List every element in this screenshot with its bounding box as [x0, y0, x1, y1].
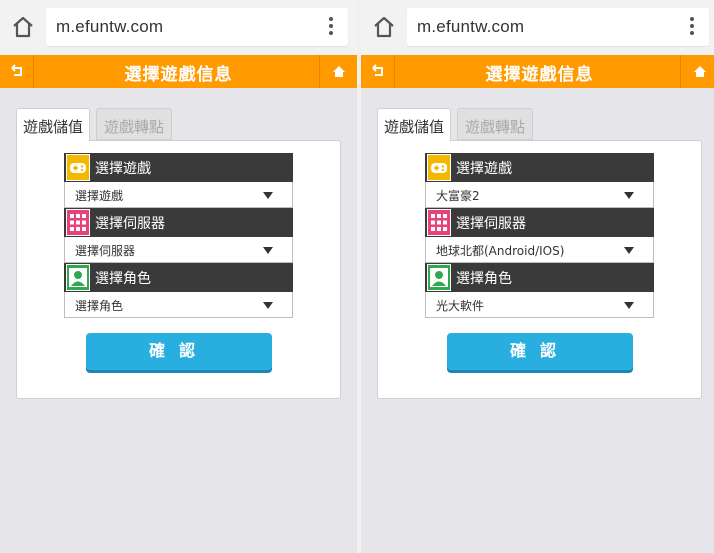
user-icon: [66, 264, 90, 291]
caret-down-icon: [263, 302, 273, 309]
browser-home-icon[interactable]: [10, 14, 36, 40]
page-title: 選擇遊戲信息: [485, 65, 594, 85]
home-icon[interactable]: [319, 55, 357, 88]
section-header: 選擇伺服器: [425, 208, 654, 237]
user-icon: [427, 264, 451, 291]
server-select-group: 選擇伺服器 選擇伺服器: [64, 208, 293, 263]
tab-panel: 選擇遊戲 大富豪2 選擇伺服器 地球北都(Android/IOS) 選擇角色 光…: [377, 140, 702, 399]
overflow-menu-icon[interactable]: [689, 17, 695, 37]
dropdown-value: 地球北都(Android/IOS): [436, 244, 565, 258]
section-label: 選擇角色: [95, 271, 151, 287]
caret-down-icon: [624, 247, 634, 254]
home-icon[interactable]: [680, 55, 714, 88]
section-label: 選擇伺服器: [456, 216, 526, 232]
address-bar[interactable]: m.efuntw.com: [46, 8, 348, 46]
caret-down-icon: [263, 247, 273, 254]
section-header: 選擇角色: [425, 263, 654, 292]
game-dropdown[interactable]: 大富豪2: [425, 182, 654, 208]
dropdown-value: 選擇遊戲: [75, 189, 124, 203]
screenshot-pair: m.efuntw.com 選擇遊戲信息 遊戲儲值 遊戲轉點 選擇遊戲 選擇遊戲 …: [0, 0, 714, 553]
overflow-menu-icon[interactable]: [328, 17, 334, 37]
confirm-button[interactable]: 確認: [86, 333, 272, 370]
address-bar[interactable]: m.efuntw.com: [407, 8, 709, 46]
section-label: 選擇遊戲: [95, 161, 151, 177]
section-label: 選擇遊戲: [456, 161, 512, 177]
server-dropdown[interactable]: 地球北都(Android/IOS): [425, 237, 654, 263]
game-select-group: 選擇遊戲 選擇遊戲: [64, 153, 293, 208]
server-grid-icon: [427, 209, 451, 236]
page-header: 選擇遊戲信息: [361, 55, 714, 88]
browser-home-icon[interactable]: [371, 14, 397, 40]
section-label: 選擇角色: [456, 271, 512, 287]
gamepad-icon: [66, 154, 90, 181]
dropdown-value: 選擇伺服器: [75, 244, 136, 258]
browser-toolbar: m.efuntw.com: [0, 0, 357, 55]
content-card: 遊戲儲值 遊戲轉點 選擇遊戲 選擇遊戲 選擇伺服器 選擇伺服器 選擇角色 選擇角…: [16, 108, 341, 399]
back-icon[interactable]: [0, 55, 34, 88]
url-text: m.efuntw.com: [417, 17, 525, 36]
url-text: m.efuntw.com: [56, 17, 164, 36]
tab-game-transfer[interactable]: 遊戲轉點: [457, 108, 533, 140]
role-dropdown[interactable]: 選擇角色: [64, 292, 293, 318]
gamepad-icon: [427, 154, 451, 181]
back-icon[interactable]: [361, 55, 395, 88]
confirm-button[interactable]: 確認: [447, 333, 633, 370]
section-header: 選擇遊戲: [64, 153, 293, 182]
tab-panel: 選擇遊戲 選擇遊戲 選擇伺服器 選擇伺服器 選擇角色 選擇角色 確認: [16, 140, 341, 399]
server-dropdown[interactable]: 選擇伺服器: [64, 237, 293, 263]
caret-down-icon: [624, 302, 634, 309]
dropdown-value: 光大軟件: [436, 299, 485, 313]
role-select-group: 選擇角色 選擇角色: [64, 263, 293, 318]
page-title: 選擇遊戲信息: [124, 65, 233, 85]
content-card: 遊戲儲值 遊戲轉點 選擇遊戲 大富豪2 選擇伺服器 地球北都(Android/I…: [377, 108, 702, 399]
caret-down-icon: [624, 192, 634, 199]
phone-screen-left: m.efuntw.com 選擇遊戲信息 遊戲儲值 遊戲轉點 選擇遊戲 選擇遊戲 …: [0, 0, 357, 553]
server-grid-icon: [66, 209, 90, 236]
tab-game-topup[interactable]: 遊戲儲值: [377, 108, 451, 141]
role-dropdown[interactable]: 光大軟件: [425, 292, 654, 318]
game-select-group: 選擇遊戲 大富豪2: [425, 153, 654, 208]
browser-toolbar: m.efuntw.com: [361, 0, 714, 55]
tab-game-topup[interactable]: 遊戲儲值: [16, 108, 90, 141]
section-header: 選擇角色: [64, 263, 293, 292]
dropdown-value: 選擇角色: [75, 299, 124, 313]
server-select-group: 選擇伺服器 地球北都(Android/IOS): [425, 208, 654, 263]
role-select-group: 選擇角色 光大軟件: [425, 263, 654, 318]
phone-screen-right: m.efuntw.com 選擇遊戲信息 遊戲儲值 遊戲轉點 選擇遊戲 大富豪2 …: [361, 0, 714, 553]
section-header: 選擇遊戲: [425, 153, 654, 182]
caret-down-icon: [263, 192, 273, 199]
page-header: 選擇遊戲信息: [0, 55, 357, 88]
tab-game-transfer[interactable]: 遊戲轉點: [96, 108, 172, 140]
game-dropdown[interactable]: 選擇遊戲: [64, 182, 293, 208]
dropdown-value: 大富豪2: [436, 189, 480, 203]
section-label: 選擇伺服器: [95, 216, 165, 232]
section-header: 選擇伺服器: [64, 208, 293, 237]
